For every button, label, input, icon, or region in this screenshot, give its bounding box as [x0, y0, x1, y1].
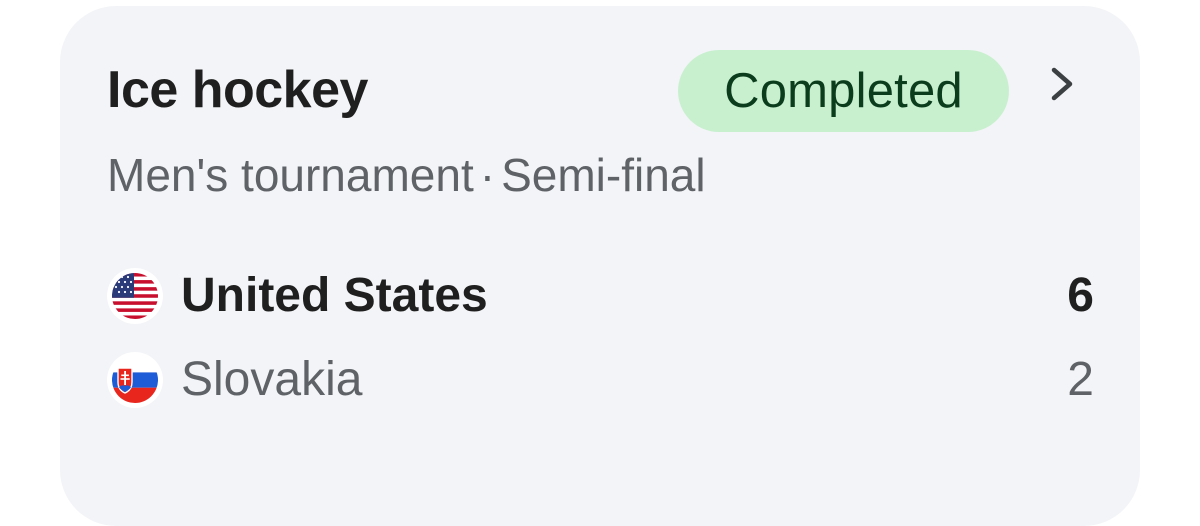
event-subtitle: Men's tournament · Semi-final: [107, 146, 706, 204]
flag-container: [107, 352, 163, 408]
team-score: 6: [1067, 269, 1094, 322]
team-name: Slovakia: [181, 353, 363, 406]
us-flag-icon: [112, 273, 158, 319]
slovakia-flag-icon: [112, 357, 158, 403]
team-name: United States: [181, 269, 488, 322]
sport-title: Ice hockey: [107, 61, 368, 119]
chevron-right-icon[interactable]: [1040, 62, 1084, 106]
separator-dot: ·: [479, 149, 496, 201]
tournament-label: Men's tournament: [107, 149, 474, 201]
team-row-slovakia: Slovakia 2: [107, 348, 1097, 412]
flag-container: [107, 268, 163, 324]
team-row-united-states: United States 6: [107, 264, 1097, 328]
stage-label: Semi-final: [501, 149, 706, 201]
status-badge: Completed: [678, 50, 1009, 132]
team-score: 2: [1067, 353, 1094, 406]
